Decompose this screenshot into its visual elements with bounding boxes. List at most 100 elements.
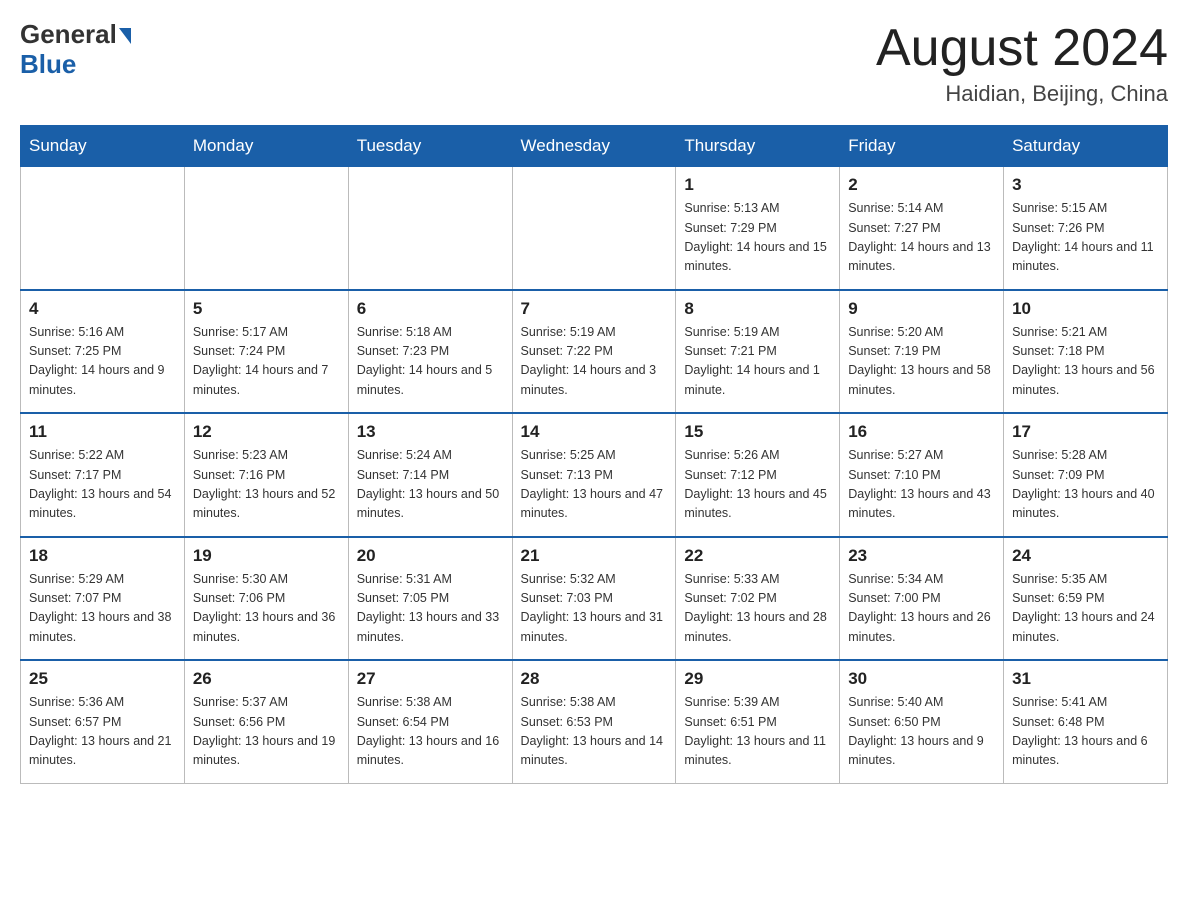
day-info: Sunrise: 5:20 AMSunset: 7:19 PMDaylight:… [848,323,995,401]
day-number: 19 [193,546,340,566]
calendar-cell: 23 Sunrise: 5:34 AMSunset: 7:00 PMDayligh… [840,537,1004,661]
day-of-week-header: Friday [840,126,1004,167]
day-info: Sunrise: 5:30 AMSunset: 7:06 PMDaylight:… [193,570,340,648]
day-of-week-header: Sunday [21,126,185,167]
day-number: 3 [1012,175,1159,195]
calendar-cell: 6 Sunrise: 5:18 AMSunset: 7:23 PMDaylight… [348,290,512,414]
calendar-cell: 18Sunrise: 5:29 AMSunset: 7:07 PMDayligh… [21,537,185,661]
day-info: Sunrise: 5:17 AMSunset: 7:24 PMDaylight:… [193,323,340,401]
day-number: 23 [848,546,995,566]
day-info: Sunrise: 5:24 AMSunset: 7:14 PMDaylight:… [357,446,504,524]
day-number: 22 [684,546,831,566]
day-number: 2 [848,175,995,195]
calendar-cell: 27 Sunrise: 5:38 AMSunset: 6:54 PMDayligh… [348,660,512,783]
calendar-cell: 20 Sunrise: 5:31 AMSunset: 7:05 PMDayligh… [348,537,512,661]
calendar-cell [21,167,185,290]
day-number: 7 [521,299,668,319]
calendar-week-row: 25 Sunrise: 5:36 AMSunset: 6:57 PMDayligh… [21,660,1168,783]
calendar-header-row: SundayMondayTuesdayWednesdayThursdayFrid… [21,126,1168,167]
day-info: Sunrise: 5:38 AMSunset: 6:54 PMDaylight:… [357,693,504,771]
day-number: 10 [1012,299,1159,319]
calendar-cell: 17 Sunrise: 5:28 AMSunset: 7:09 PMDayligh… [1004,413,1168,537]
day-info: Sunrise: 5:18 AMSunset: 7:23 PMDaylight:… [357,323,504,401]
day-number: 15 [684,422,831,442]
calendar-cell: 9 Sunrise: 5:20 AMSunset: 7:19 PMDaylight… [840,290,1004,414]
day-of-week-header: Tuesday [348,126,512,167]
calendar-cell: 14 Sunrise: 5:25 AMSunset: 7:13 PMDayligh… [512,413,676,537]
logo: General Blue [20,20,131,80]
calendar-cell: 11Sunrise: 5:22 AMSunset: 7:17 PMDayligh… [21,413,185,537]
day-number: 1 [684,175,831,195]
day-number: 20 [357,546,504,566]
calendar-cell: 4 Sunrise: 5:16 AMSunset: 7:25 PMDaylight… [21,290,185,414]
month-title: August 2024 [876,20,1168,77]
day-number: 9 [848,299,995,319]
day-info: Sunrise: 5:28 AMSunset: 7:09 PMDaylight:… [1012,446,1159,524]
day-number: 27 [357,669,504,689]
calendar-table: SundayMondayTuesdayWednesdayThursdayFrid… [20,125,1168,784]
calendar-cell: 31Sunrise: 5:41 AMSunset: 6:48 PMDayligh… [1004,660,1168,783]
day-info: Sunrise: 5:36 AMSunset: 6:57 PMDaylight:… [29,693,176,771]
day-number: 4 [29,299,176,319]
day-number: 24 [1012,546,1159,566]
title-area: August 2024 Haidian, Beijing, China [876,20,1168,107]
day-number: 28 [521,669,668,689]
day-info: Sunrise: 5:41 AMSunset: 6:48 PMDaylight:… [1012,693,1159,771]
day-of-week-header: Saturday [1004,126,1168,167]
day-info: Sunrise: 5:13 AMSunset: 7:29 PMDaylight:… [684,199,831,277]
day-info: Sunrise: 5:31 AMSunset: 7:05 PMDaylight:… [357,570,504,648]
day-of-week-header: Monday [184,126,348,167]
day-number: 12 [193,422,340,442]
day-info: Sunrise: 5:26 AMSunset: 7:12 PMDaylight:… [684,446,831,524]
day-number: 5 [193,299,340,319]
calendar-cell [184,167,348,290]
day-info: Sunrise: 5:27 AMSunset: 7:10 PMDaylight:… [848,446,995,524]
day-info: Sunrise: 5:39 AMSunset: 6:51 PMDaylight:… [684,693,831,771]
calendar-cell [512,167,676,290]
calendar-cell: 24Sunrise: 5:35 AMSunset: 6:59 PMDayligh… [1004,537,1168,661]
calendar-week-row: 18Sunrise: 5:29 AMSunset: 7:07 PMDayligh… [21,537,1168,661]
logo-general: General [20,20,117,49]
calendar-cell: 22 Sunrise: 5:33 AMSunset: 7:02 PMDayligh… [676,537,840,661]
day-number: 21 [521,546,668,566]
day-info: Sunrise: 5:21 AMSunset: 7:18 PMDaylight:… [1012,323,1159,401]
calendar-week-row: 11Sunrise: 5:22 AMSunset: 7:17 PMDayligh… [21,413,1168,537]
day-number: 29 [684,669,831,689]
day-info: Sunrise: 5:38 AMSunset: 6:53 PMDaylight:… [521,693,668,771]
day-number: 13 [357,422,504,442]
day-of-week-header: Thursday [676,126,840,167]
day-number: 14 [521,422,668,442]
day-number: 17 [1012,422,1159,442]
calendar-cell: 25 Sunrise: 5:36 AMSunset: 6:57 PMDayligh… [21,660,185,783]
calendar-cell: 8Sunrise: 5:19 AMSunset: 7:21 PMDaylight… [676,290,840,414]
calendar-week-row: 1 Sunrise: 5:13 AMSunset: 7:29 PMDaylight… [21,167,1168,290]
day-info: Sunrise: 5:32 AMSunset: 7:03 PMDaylight:… [521,570,668,648]
page-header: General Blue August 2024 Haidian, Beijin… [20,20,1168,107]
calendar-cell [348,167,512,290]
day-number: 18 [29,546,176,566]
day-number: 26 [193,669,340,689]
calendar-week-row: 4 Sunrise: 5:16 AMSunset: 7:25 PMDaylight… [21,290,1168,414]
calendar-cell: 15 Sunrise: 5:26 AMSunset: 7:12 PMDayligh… [676,413,840,537]
calendar-cell: 7Sunrise: 5:19 AMSunset: 7:22 PMDaylight… [512,290,676,414]
logo-blue: Blue [20,49,76,79]
day-info: Sunrise: 5:33 AMSunset: 7:02 PMDaylight:… [684,570,831,648]
calendar-cell: 12 Sunrise: 5:23 AMSunset: 7:16 PMDayligh… [184,413,348,537]
calendar-cell: 3Sunrise: 5:15 AMSunset: 7:26 PMDaylight… [1004,167,1168,290]
day-number: 8 [684,299,831,319]
calendar-cell: 2 Sunrise: 5:14 AMSunset: 7:27 PMDaylight… [840,167,1004,290]
day-info: Sunrise: 5:40 AMSunset: 6:50 PMDaylight:… [848,693,995,771]
day-info: Sunrise: 5:34 AMSunset: 7:00 PMDaylight:… [848,570,995,648]
calendar-cell: 29 Sunrise: 5:39 AMSunset: 6:51 PMDayligh… [676,660,840,783]
day-number: 6 [357,299,504,319]
calendar-cell: 19 Sunrise: 5:30 AMSunset: 7:06 PMDayligh… [184,537,348,661]
day-info: Sunrise: 5:14 AMSunset: 7:27 PMDaylight:… [848,199,995,277]
calendar-cell: 5 Sunrise: 5:17 AMSunset: 7:24 PMDaylight… [184,290,348,414]
day-info: Sunrise: 5:25 AMSunset: 7:13 PMDaylight:… [521,446,668,524]
day-info: Sunrise: 5:23 AMSunset: 7:16 PMDaylight:… [193,446,340,524]
calendar-cell: 30 Sunrise: 5:40 AMSunset: 6:50 PMDayligh… [840,660,1004,783]
day-info: Sunrise: 5:16 AMSunset: 7:25 PMDaylight:… [29,323,176,401]
day-number: 30 [848,669,995,689]
day-number: 25 [29,669,176,689]
day-of-week-header: Wednesday [512,126,676,167]
